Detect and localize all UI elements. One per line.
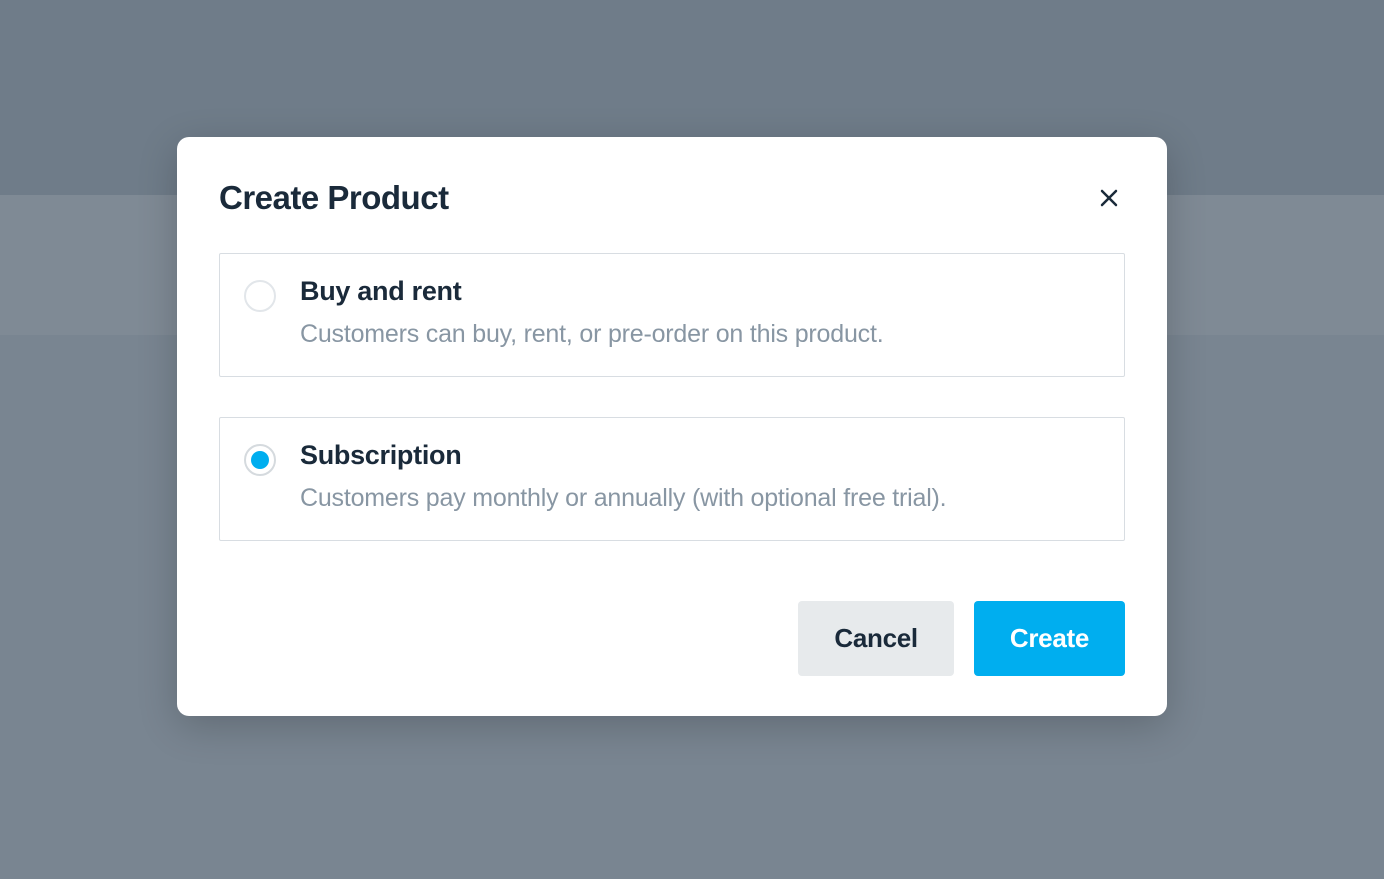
option-subscription[interactable]: Subscription Customers pay monthly or an… [219, 417, 1125, 541]
option-title: Buy and rent [300, 276, 1100, 307]
option-content: Subscription Customers pay monthly or an… [300, 440, 1100, 516]
radio-button[interactable] [244, 280, 276, 312]
close-button[interactable] [1093, 182, 1125, 214]
option-title: Subscription [300, 440, 1100, 471]
radio-wrap [244, 276, 276, 352]
modal-footer: Cancel Create [219, 601, 1125, 676]
modal-title: Create Product [219, 179, 449, 217]
close-icon [1097, 186, 1121, 210]
create-button[interactable]: Create [974, 601, 1125, 676]
modal-header: Create Product [219, 179, 1125, 217]
radio-wrap [244, 440, 276, 516]
product-type-options: Buy and rent Customers can buy, rent, or… [219, 253, 1125, 541]
radio-dot-icon [251, 451, 269, 469]
option-description: Customers can buy, rent, or pre-order on… [300, 317, 1100, 352]
radio-button[interactable] [244, 444, 276, 476]
cancel-button[interactable]: Cancel [798, 601, 953, 676]
create-product-modal: Create Product Buy and rent Customers ca… [177, 137, 1167, 716]
option-content: Buy and rent Customers can buy, rent, or… [300, 276, 1100, 352]
option-buy-and-rent[interactable]: Buy and rent Customers can buy, rent, or… [219, 253, 1125, 377]
option-description: Customers pay monthly or annually (with … [300, 481, 1100, 516]
